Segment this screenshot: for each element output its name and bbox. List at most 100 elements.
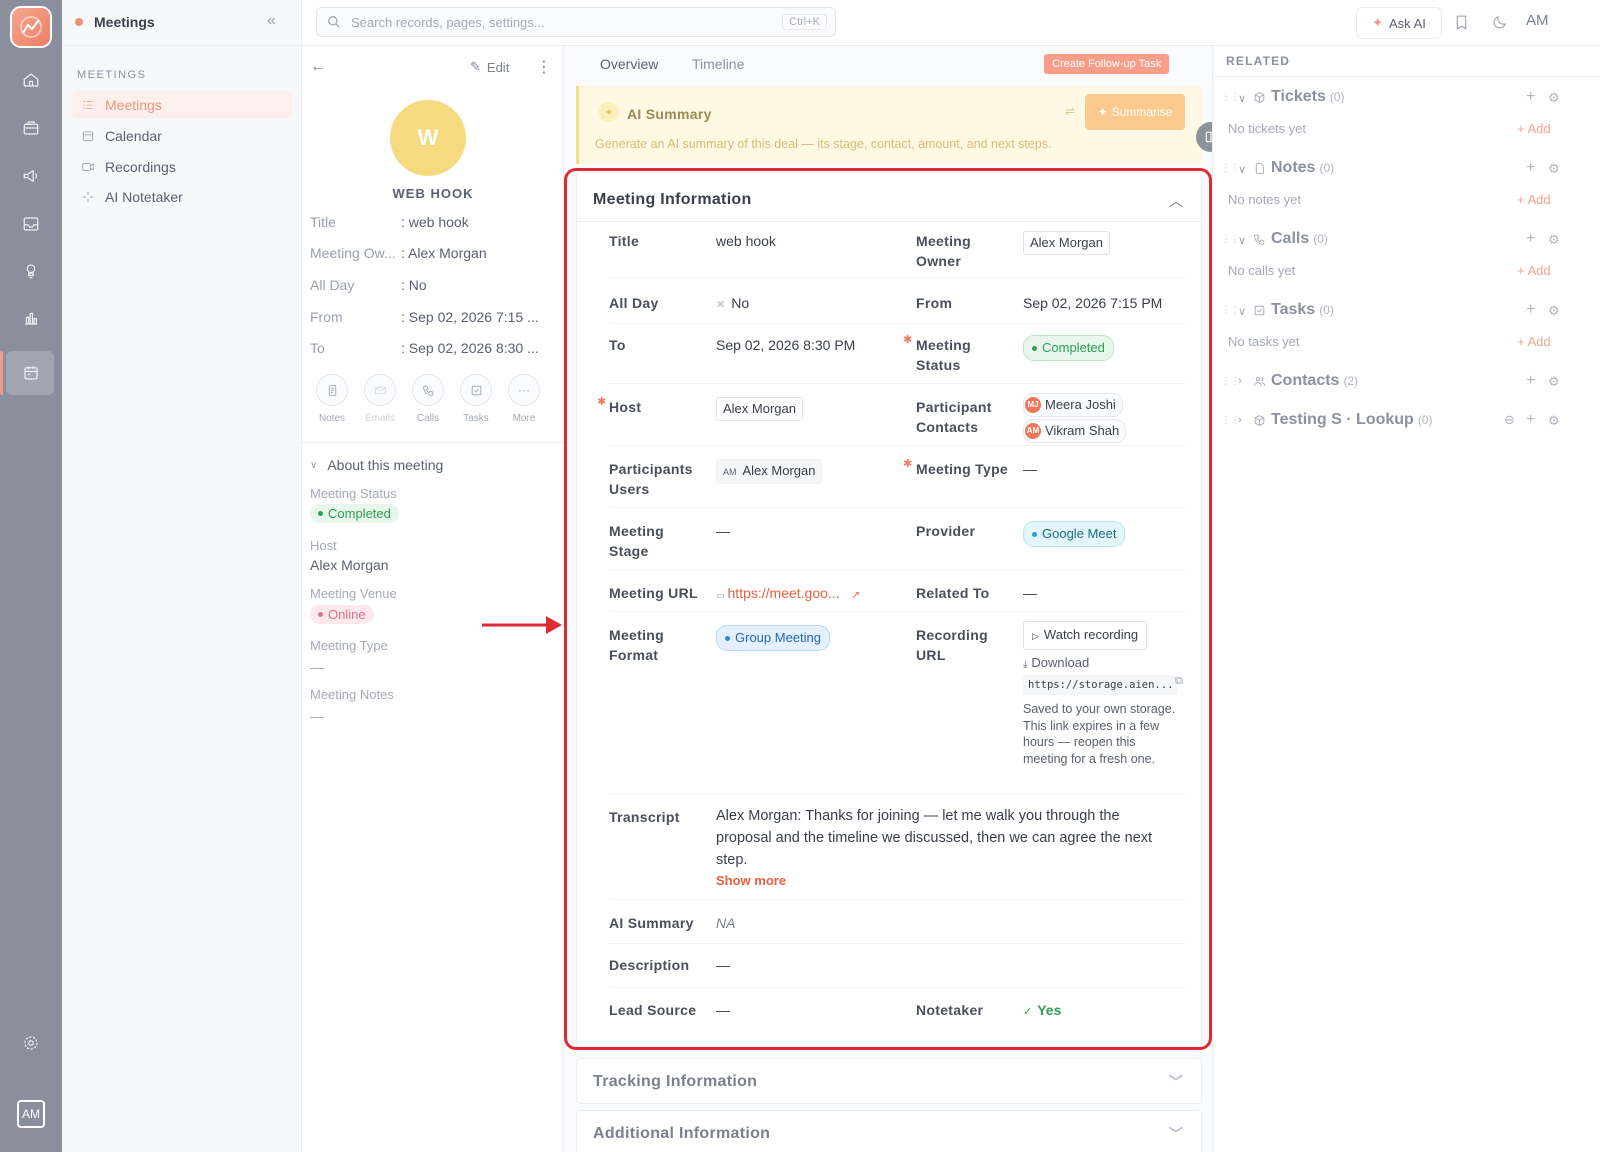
box-icon [1253,91,1266,107]
app-rail: AM [0,0,62,1152]
tab-timeline[interactable]: Timeline [692,56,744,72]
chevron-down-icon[interactable]: ∨ [1238,305,1246,318]
chevron-down-icon[interactable]: ∨ [1238,234,1246,247]
section-title[interactable]: Contacts (2) [1271,372,1358,390]
summarise-label: Summarise [1111,105,1173,119]
add-button[interactable]: + Add [1517,334,1551,349]
field-label: From [310,309,343,325]
field-value: : No [401,277,427,293]
collapse-icon[interactable]: « [267,12,276,30]
inbox-icon[interactable] [18,211,44,237]
global-search[interactable]: Search records, pages, settings... Ctrl+… [316,7,836,37]
chevron-right-icon[interactable]: › [1238,414,1242,426]
section-title[interactable]: Notes (0) [1271,159,1334,177]
additional-information-section[interactable]: Additional Information ﹀ [576,1110,1202,1152]
briefcase-icon[interactable] [18,115,44,141]
sliders-icon[interactable]: ⇌ [1065,104,1075,118]
highlight-annotation [564,168,1212,1050]
gear-icon[interactable]: ⚙ [1548,303,1560,319]
nav-item-ai-notetaker[interactable]: AI Notetaker [72,183,292,211]
plus-icon[interactable]: + [1526,411,1535,429]
field-label: To [310,340,325,356]
gear-icon[interactable]: ⚙ [1548,90,1560,106]
profile-avatar[interactable]: AM [1526,12,1549,29]
section-title: Tracking Information [593,1073,758,1090]
gear-icon[interactable]: ⚙ [1548,161,1560,177]
ai-summary-banner: ✦ AI Summary ⇌ ✦ Summarise Generate an AI… [576,86,1202,164]
venue-text: Online [328,607,366,622]
gear-icon[interactable]: ⚙ [1548,413,1560,429]
section-title[interactable]: Testing S · Lookup (0) [1271,411,1432,429]
chevron-down-icon[interactable]: ∨ [1238,92,1246,105]
field-value: : Alex Morgan [401,245,487,261]
ask-ai-button[interactable]: ✦ Ask AI [1356,7,1442,39]
plus-icon[interactable]: + [1526,159,1535,177]
section-title[interactable]: Tasks (0) [1271,301,1334,319]
calendar-icon[interactable] [18,360,44,386]
app-logo[interactable] [12,8,50,46]
link-icon[interactable]: ⊖ [1504,412,1515,428]
chevron-down-icon[interactable]: ∨ [1238,163,1246,176]
action-label: Emails [364,413,395,424]
summary-field: From: Sep 02, 2026 7:15 ... [310,309,560,325]
tab-overview[interactable]: Overview [600,56,658,72]
tasks-action[interactable]: Tasks [456,374,496,424]
summarise-button[interactable]: ✦ Summarise [1085,94,1185,130]
record-detail: Overview Timeline Create Follow-up Task … [564,46,1212,1152]
back-arrow-icon[interactable]: ← [310,58,326,76]
add-button[interactable]: + Add [1517,263,1551,278]
bar-chart-icon[interactable] [18,305,44,331]
top-bar: Search records, pages, settings... Ctrl+… [302,0,1600,46]
mail-icon [374,386,386,394]
tracking-information-section[interactable]: Tracking Information ﹀ [576,1058,1202,1104]
action-label: Notes [318,413,346,424]
home-icon[interactable] [18,67,44,93]
bookmark-icon[interactable] [1450,11,1472,33]
gear-icon[interactable]: ⚙ [1548,374,1560,390]
user-avatar[interactable]: AM [17,1100,45,1128]
annotation-arrow-icon [482,616,562,634]
add-button[interactable]: + Add [1517,192,1551,207]
add-button[interactable]: + Add [1517,121,1551,136]
summary-field: Meeting Ow...: Alex Morgan [310,245,560,261]
section-title[interactable]: Calls (0) [1271,230,1328,248]
action-label: Calls [416,413,440,424]
settings-icon[interactable] [18,1030,44,1056]
notes-action[interactable]: Notes [312,374,352,424]
nav-item-label: Calendar [105,128,162,144]
about-label: Meeting Status [310,486,397,501]
plus-icon[interactable]: + [1526,301,1535,319]
checkbox-icon [471,385,481,395]
lightbulb-icon[interactable] [18,258,44,284]
ai-summary-title: AI Summary [627,106,712,122]
plus-icon[interactable]: + [1526,230,1535,248]
sparkle-icon [82,191,94,203]
edit-button[interactable]: ✎ Edit [470,59,509,75]
sparkle-icon: ✦ [1372,15,1384,30]
nav-item-meetings[interactable]: Meetings [72,91,292,119]
calls-action[interactable]: Calls [408,374,448,424]
record-avatar: W [390,100,466,176]
note-icon [328,384,336,396]
kebab-menu-icon[interactable]: ⋮ [536,57,552,77]
related-panel: RELATED ⋮⋮ ∨ Tickets (0) + ⚙ No tickets yet… [1212,46,1600,1152]
section-title[interactable]: Tickets (0) [1271,88,1345,106]
list-icon [83,101,93,109]
about-toggle[interactable]: ∨ About this meeting [310,457,443,473]
nav-item-recordings[interactable]: Recordings [72,153,292,181]
emails-action: Emails [360,374,400,424]
nav-item-calendar[interactable]: Calendar [72,122,292,150]
more-action[interactable]: ··· More [504,374,544,424]
section-title: Additional Information [593,1125,771,1142]
plus-icon[interactable]: + [1526,88,1535,106]
search-placeholder: Search records, pages, settings... [351,15,545,30]
field-value: : web hook [401,214,469,230]
plus-icon[interactable]: + [1526,372,1535,390]
megaphone-icon[interactable] [18,163,44,189]
chevron-right-icon[interactable]: › [1238,375,1242,387]
create-follow-up-task-button[interactable]: Create Follow-up Task [1044,54,1170,74]
module-title: Meetings [94,14,155,30]
action-label: Tasks [463,413,489,424]
moon-icon[interactable] [1488,11,1510,33]
gear-icon[interactable]: ⚙ [1548,232,1560,248]
